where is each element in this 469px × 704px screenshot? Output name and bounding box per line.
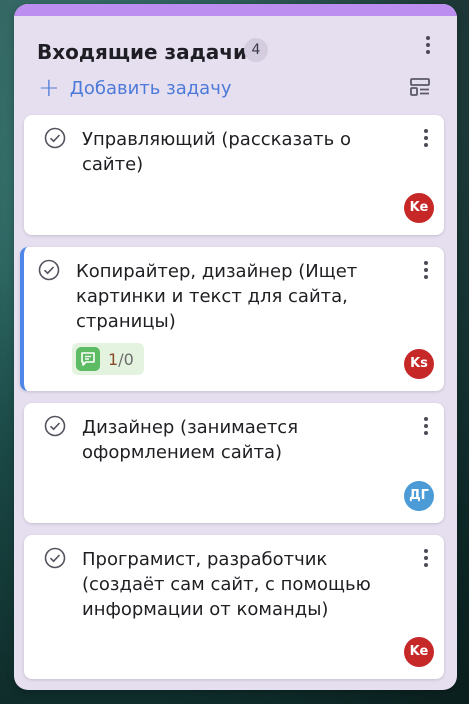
add-task-label: Добавить задачу <box>69 77 232 99</box>
task-card[interactable]: Управляющий (рассказать о сайте) Ke <box>24 115 444 235</box>
comments-total-count: 0 <box>123 349 134 369</box>
column-more-icon[interactable] <box>421 36 435 60</box>
card-more-icon[interactable] <box>424 129 428 147</box>
assignee-avatar[interactable]: Ke <box>404 637 434 667</box>
task-title: Програмист, разработчик (создаёт сам сай… <box>82 549 371 620</box>
task-title: Копирайтер, дизайнер (Ищет картинки и те… <box>76 261 358 332</box>
column-header: Входящие задачи 4 + Добавить задачу <box>14 16 457 116</box>
column-color-bar <box>14 4 457 16</box>
complete-check-icon[interactable] <box>44 127 66 149</box>
comment-icon <box>76 347 100 371</box>
task-count-badge: 4 <box>244 38 268 62</box>
assignee-avatar[interactable]: ДГ <box>404 481 434 511</box>
task-card[interactable]: Копирайтер, дизайнер (Ищет картинки и те… <box>20 247 444 391</box>
card-layout-icon[interactable] <box>409 76 431 98</box>
task-card[interactable]: Програмист, разработчик (создаёт сам сай… <box>24 535 444 679</box>
add-task-button[interactable]: + Добавить задачу <box>38 74 232 102</box>
complete-check-icon[interactable] <box>38 259 60 281</box>
assignee-avatar[interactable]: Ke <box>404 193 434 223</box>
plus-icon: + <box>38 73 60 103</box>
task-card[interactable]: Дизайнер (занимается оформлением сайта) … <box>24 403 444 523</box>
task-title: Управляющий (рассказать о сайте) <box>82 129 351 175</box>
complete-check-icon[interactable] <box>44 415 66 437</box>
card-more-icon[interactable] <box>424 549 428 567</box>
comments-badge[interactable]: 1 / 0 <box>72 343 144 375</box>
assignee-avatar[interactable]: Ks <box>404 349 434 379</box>
comments-done-count: 1 <box>108 349 119 369</box>
column-title: Входящие задачи <box>37 40 248 64</box>
card-more-icon[interactable] <box>424 417 428 435</box>
task-column: Входящие задачи 4 + Добавить задачу Упра… <box>14 4 457 690</box>
complete-check-icon[interactable] <box>44 547 66 569</box>
task-title: Дизайнер (занимается оформлением сайта) <box>82 417 299 463</box>
card-more-icon[interactable] <box>424 261 428 279</box>
